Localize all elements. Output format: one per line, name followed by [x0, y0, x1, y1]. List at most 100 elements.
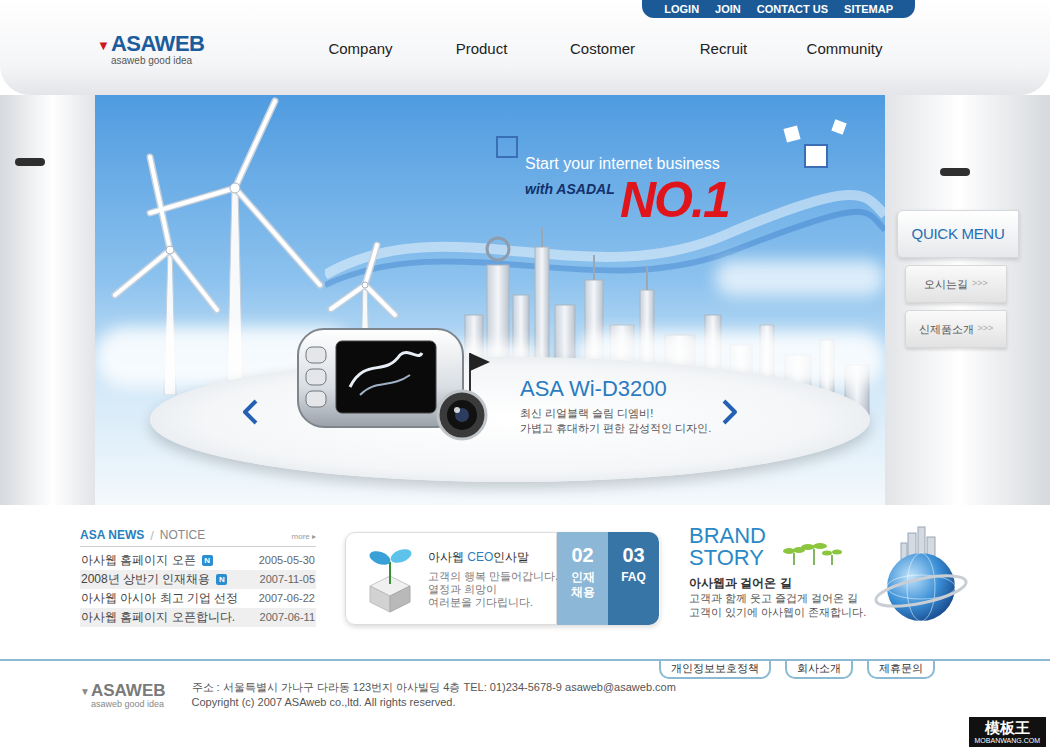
news-tab[interactable]: NOTICE: [160, 528, 205, 543]
sprouts-icon: [782, 537, 842, 567]
news-row[interactable]: 아사웹 홈페이지 오픈합니다.2007-06-11: [80, 608, 316, 627]
product-description: 최신 리얼블랙 슬림 디엠비!가볍고 휴대하기 편한 감성적인 디자인.: [520, 406, 711, 436]
no1-badge: NO.1: [620, 175, 729, 225]
nav-item[interactable]: Recruit: [663, 38, 784, 61]
news-date: 2005-05-30: [255, 553, 315, 568]
footer-links: 개인정보보호정책 회사소개 제휴문의: [0, 659, 1050, 679]
news-title: 아사웹 아시아 최고 기업 선정: [81, 591, 238, 606]
news-row[interactable]: 아사웹 아시아 최고 기업 선정 2007-06-22: [80, 589, 316, 608]
sprout-box-icon: [364, 544, 416, 614]
prev-arrow-icon[interactable]: [240, 398, 260, 426]
quick-menu-item[interactable]: 오시는길 >>>: [905, 265, 1007, 303]
quick-menu-item-label: 오시는길: [924, 276, 968, 293]
nav-item[interactable]: Costomer: [542, 38, 663, 61]
nav-item[interactable]: Company: [300, 38, 421, 61]
new-badge: N: [202, 555, 213, 566]
quick-tab-number: 03: [622, 545, 644, 565]
ceo-card: 아사웹 CEO인사말 고객의 행복 만들어갑니다.열정과 희망이여러분을 기다립…: [345, 532, 660, 625]
footer-logo[interactable]: ▼ ASAWEB asaweb good idea: [80, 680, 166, 709]
news-box: ASA NEWS/NOTICEmore ▸ 아사웹 홈페이지 오픈N2005-0…: [80, 525, 316, 655]
ceo-title: 아사웹 CEO인사말: [428, 549, 558, 565]
brand-story[interactable]: BRANDSTORY 아사웹과 걸어온 길 고객과 함께 웃고 즐겁게 걸어온 …: [689, 525, 969, 655]
stage: Start your internet business with ASADAL…: [0, 95, 1050, 505]
footer-logo-name: ASAWEB: [91, 682, 166, 699]
brand-line: 고객과 함께 웃고 즐겁게 걸어온 길: [689, 591, 866, 605]
product-description-line: 최신 리얼블랙 슬림 디엠비!: [520, 406, 711, 421]
news-tab[interactable]: ASA NEWS: [80, 528, 144, 543]
globe-icon: [874, 525, 969, 625]
quick-menu: QUICK MENU 오시는길 >>> 신제품소개 >>>: [897, 210, 1019, 348]
next-arrow-icon[interactable]: [720, 398, 740, 426]
product-info: ASA Wi-D3200 최신 리얼블랙 슬림 디엠비!가볍고 휴대하기 편한 …: [520, 376, 711, 436]
new-badge: N: [216, 574, 227, 585]
ceo-line: 열정과 희망이: [428, 583, 558, 596]
news-date: 2007-06-22: [255, 591, 315, 606]
logo[interactable]: ▼ ASAWEB asaweb good idea: [0, 33, 300, 66]
footer-link[interactable]: 개인정보보호정책: [659, 661, 771, 679]
main-nav: CompanyProductCostomerRecruitCommunity: [300, 38, 905, 61]
quick-menu-item-arrow: >>>: [972, 277, 988, 291]
nav-item[interactable]: Community: [784, 38, 905, 61]
quick-tab[interactable]: 02 인재 채용: [557, 532, 608, 625]
quick-menu-item-arrow: >>>: [978, 322, 994, 336]
brand-line: 고객이 있기에 아사웹이 존재합니다.: [689, 605, 866, 619]
logo-mark: ▼: [97, 39, 110, 52]
quick-tab[interactable]: 03 FAQ: [608, 532, 659, 625]
watermark: 模板王 MOBANWANG.COM: [969, 717, 1046, 747]
ceo-line: 여러분을 기다립니다.: [428, 596, 558, 609]
footer-logo-mark: ▼: [80, 687, 90, 697]
dmb-device-icon: [290, 317, 505, 442]
news-title: 2008년 상반기 인재채용: [81, 572, 210, 587]
spot-light-icon: [940, 168, 970, 176]
platform: [150, 357, 870, 482]
product-description-line: 가볍고 휴대하기 편한 감성적인 디자인.: [520, 421, 711, 436]
headline-2: with ASADAL: [525, 181, 615, 197]
top-link[interactable]: LOGIN: [664, 4, 699, 15]
news-row[interactable]: 2008년 상반기 인재채용 N 2007-11-05: [80, 570, 316, 589]
top-links: LOGIN JOIN CONTACT US SITEMAP: [642, 0, 915, 18]
footer: 개인정보보호정책 회사소개 제휴문의 ▼ ASAWEB asaweb good id…: [0, 655, 1050, 710]
quick-menu-title: QUICK MENU: [897, 210, 1019, 258]
quick-tab-label: FAQ: [619, 570, 649, 585]
quick-menu-item-label: 신제품소개: [919, 321, 974, 338]
content: ASA NEWS/NOTICEmore ▸ 아사웹 홈페이지 오픈N2005-0…: [0, 505, 1050, 655]
top-link[interactable]: CONTACT US: [757, 4, 828, 15]
ceo-title-pre: 아사웹: [428, 550, 467, 564]
quick-menu-label: QUICK MENU: [912, 223, 1005, 246]
ceo-title-post: 인사말: [493, 550, 529, 564]
watermark-url: MOBANWANG.COM: [975, 736, 1040, 745]
logo-name: ASAWEB: [111, 33, 205, 55]
quick-menu-item[interactable]: 신제품소개 >>>: [905, 310, 1007, 348]
ceo-title-em: CEO: [467, 550, 493, 564]
ceo-panel[interactable]: 아사웹 CEO인사말 고객의 행복 만들어갑니다.열정과 희망이여러분을 기다립…: [345, 532, 557, 625]
logo-tagline: asaweb good idea: [97, 56, 300, 66]
left-pillar: [0, 95, 95, 505]
deco-square-icon: [495, 135, 519, 159]
brand-title-line: STORY: [689, 547, 766, 569]
footer-link[interactable]: 제휴문의: [867, 661, 935, 679]
news-row[interactable]: 아사웹 홈페이지 오픈N2005-05-30: [80, 551, 316, 570]
brand-title-line: BRAND: [689, 525, 766, 547]
news-tab-separator: /: [150, 528, 154, 543]
more-link[interactable]: more ▸: [292, 531, 316, 543]
header: LOGIN JOIN CONTACT US SITEMAP ▼ ASAWEB asaw…: [0, 0, 1050, 95]
nav-item[interactable]: Product: [421, 38, 542, 61]
quick-tab-number: 02: [571, 545, 593, 565]
top-link[interactable]: SITEMAP: [844, 4, 893, 15]
footer-copyright: Copyright (c) 2007 ASAweb co.,ltd. All r…: [192, 695, 676, 710]
banner: Start your internet business with ASADAL…: [95, 95, 885, 505]
footer-address: 주소 : 서울특별시 가나구 다라동 123번지 아사빌딩 4층 TEL: 01…: [192, 680, 676, 695]
headline-1: Start your internet business: [525, 155, 720, 173]
footer-link[interactable]: 회사소개: [785, 661, 853, 679]
page: LOGIN JOIN CONTACT US SITEMAP ▼ ASAWEB asaw…: [0, 0, 1050, 750]
deco-squares-icon: [775, 117, 865, 177]
spot-light-icon: [15, 158, 45, 166]
top-link[interactable]: JOIN: [715, 4, 741, 15]
watermark-name: 模板王: [985, 719, 1030, 736]
product-name: ASA Wi-D3200: [520, 376, 711, 402]
quick-tab-label: 인재 채용: [568, 570, 598, 600]
ceo-line: 고객의 행복 만들어갑니다.: [428, 570, 558, 583]
footer-tagline: asaweb good idea: [80, 700, 166, 709]
brand-subtitle: 아사웹과 걸어온 길: [689, 575, 866, 591]
news-date: 2007-11-05: [256, 572, 315, 587]
